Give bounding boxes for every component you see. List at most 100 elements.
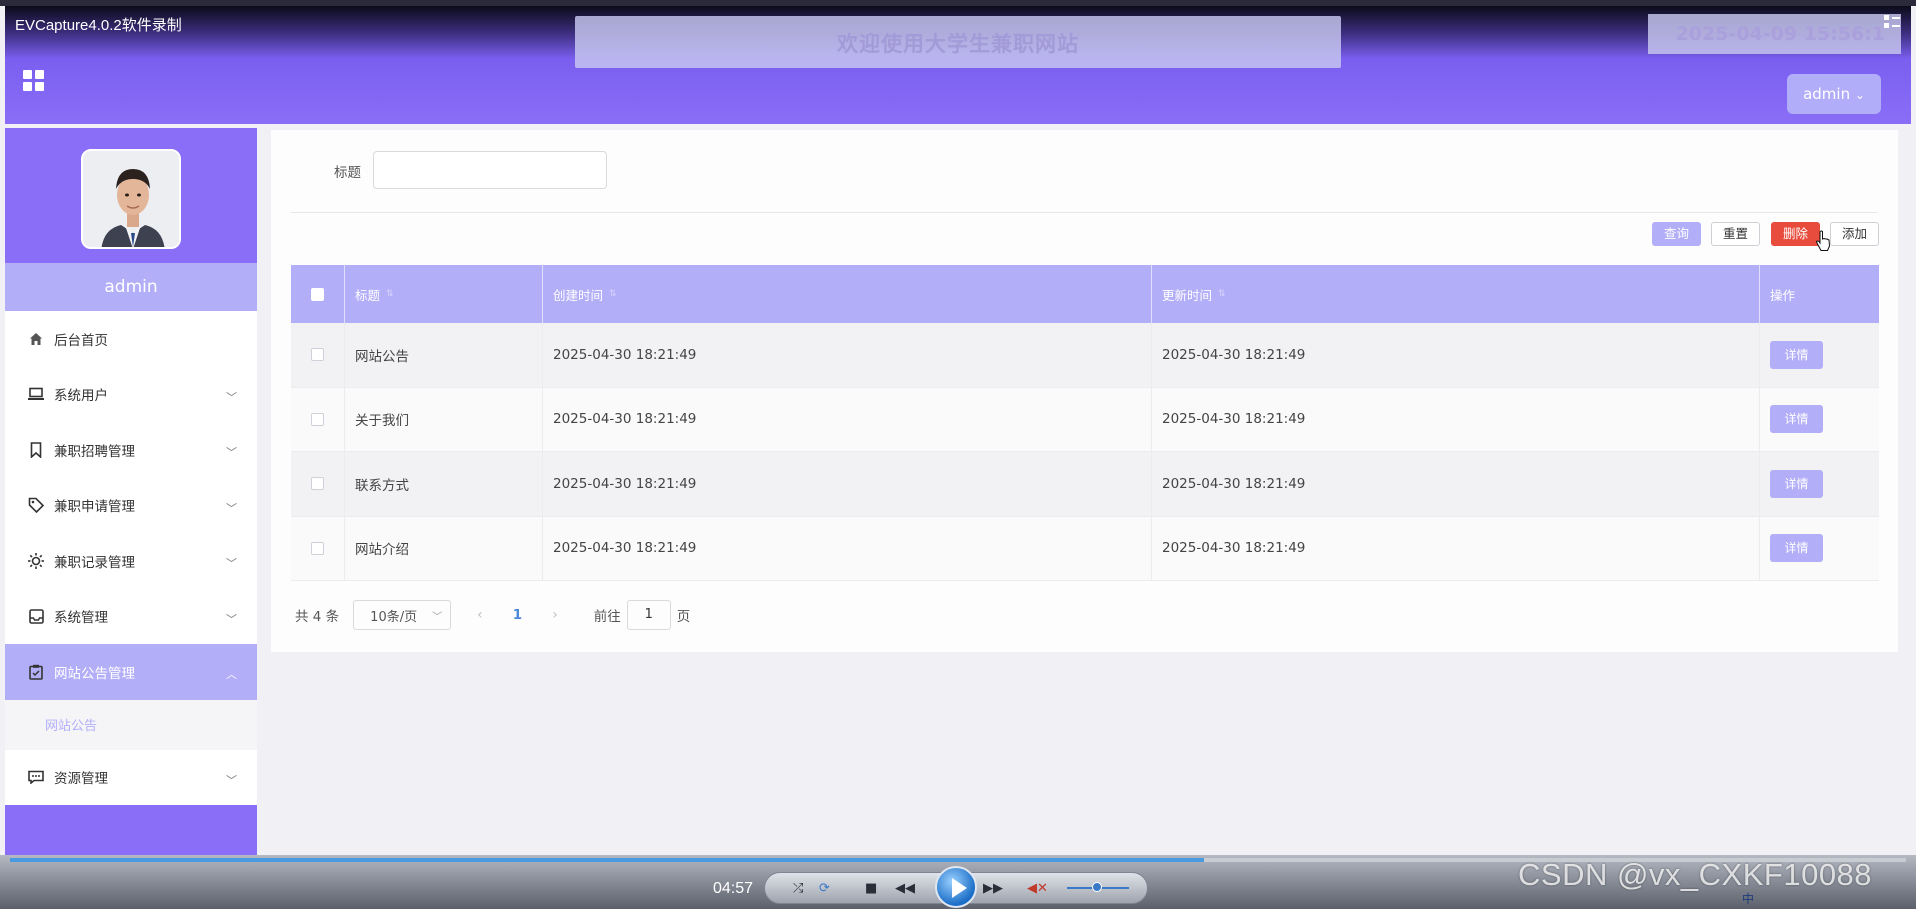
sidebar-item-job-record[interactable]: 兼职记录管理 ﹀ xyxy=(5,533,257,589)
chevron-down-icon: ﹀ xyxy=(226,773,237,787)
seek-progress xyxy=(10,858,1205,862)
sort-icon[interactable]: ⇅ xyxy=(609,289,617,299)
row-checkbox[interactable] xyxy=(311,348,324,362)
content-panel: 标题 查询 重置 删除 添加 标题 ⇅ 创建时间 ⇅ 更新时间 ⇅ 操作 网站公告 2… xyxy=(271,130,1898,652)
chevron-down-icon: ﹀ xyxy=(226,501,237,515)
add-button[interactable]: 添加 xyxy=(1830,222,1879,246)
sidebar-subitem-label: 网站公告 xyxy=(45,719,98,734)
cell-created: 2025-04-30 18:21:49 xyxy=(543,323,1152,387)
row-checkbox[interactable] xyxy=(311,477,324,491)
header-updated: 更新时间 xyxy=(1162,287,1213,303)
avatar xyxy=(81,149,181,249)
prev-page-icon[interactable]: ‹ xyxy=(477,607,483,623)
table-row: 联系方式 2025-04-30 18:21:49 2025-04-30 18:2… xyxy=(291,452,1879,517)
sidebar-item-job-apply[interactable]: 兼职申请管理 ﹀ xyxy=(5,478,257,534)
fast-forward-icon[interactable]: ▶▶ xyxy=(983,881,1003,896)
cell-created: 2025-04-30 18:21:49 xyxy=(543,452,1152,516)
play-button[interactable] xyxy=(935,866,977,908)
sort-icon[interactable]: ⇅ xyxy=(386,289,394,299)
current-page[interactable]: 1 xyxy=(513,607,522,623)
header-select-cell xyxy=(291,265,345,323)
row-select-cell xyxy=(291,323,345,387)
select-all-checkbox[interactable] xyxy=(311,287,324,301)
avatar-area xyxy=(5,128,257,263)
detail-button[interactable]: 详情 xyxy=(1770,405,1823,434)
sidebar-item-notice-manage[interactable]: 网站公告管理 ︿ xyxy=(5,644,257,700)
sidebar-username: admin xyxy=(5,263,257,311)
cell-ops: 详情 xyxy=(1760,388,1879,452)
chevron-up-icon: ︿ xyxy=(226,668,237,681)
sun-icon xyxy=(27,552,45,570)
rewind-icon[interactable]: ◀◀ xyxy=(895,881,915,896)
cell-ops: 详情 xyxy=(1760,517,1879,581)
delete-button[interactable]: 删除 xyxy=(1771,222,1820,246)
sidebar-item-resource-manage[interactable]: 资源管理 ﹀ xyxy=(5,750,257,806)
recorder-label: EVCapture4.0.2软件录制 xyxy=(15,17,182,34)
header-ops-cell: 操作 xyxy=(1760,265,1879,323)
cell-created: 2025-04-30 18:21:49 xyxy=(543,516,1152,580)
clipboard-icon xyxy=(27,663,45,681)
datetime-text: 2025-04-09 15:56:1 xyxy=(1675,23,1885,45)
detail-button[interactable]: 详情 xyxy=(1770,340,1823,369)
chevron-down-icon: ﹀ xyxy=(432,611,443,623)
header-created-cell[interactable]: 创建时间 ⇅ xyxy=(543,265,1152,323)
header-title-cell[interactable]: 标题 ⇅ xyxy=(345,265,543,323)
cell-updated: 2025-04-30 18:21:49 xyxy=(1152,387,1760,451)
app-header: EVCapture4.0.2软件录制 欢迎使用大学生兼职网站 2025-04-0… xyxy=(5,6,1911,124)
admin-button-label: admin xyxy=(1803,85,1851,103)
sidebar: admin 后台首页 系统用户 ﹀ 兼职招聘管理 ﹀ 兼职申请管理 ﹀ 兼职记录… xyxy=(5,128,257,909)
cell-title: 关于我们 xyxy=(345,387,543,451)
title-filter-input[interactable] xyxy=(373,151,607,189)
datetime-banner: 2025-04-09 15:56:1 xyxy=(1648,14,1901,54)
header-created: 创建时间 xyxy=(553,287,604,303)
reset-button[interactable]: 重置 xyxy=(1711,222,1760,246)
sidebar-item-label: 系统管理 xyxy=(54,610,108,627)
chevron-down-icon: ﹀ xyxy=(226,390,237,404)
home-icon xyxy=(27,330,45,348)
page-size-value: 10条/页 xyxy=(370,609,418,625)
hand-cursor-icon xyxy=(1815,230,1831,252)
table-row: 网站介绍 2025-04-30 18:21:49 2025-04-30 18:2… xyxy=(291,516,1879,581)
filter-divider xyxy=(291,212,1878,213)
bookmark-icon xyxy=(27,441,45,459)
detail-button[interactable]: 详情 xyxy=(1770,534,1823,563)
sidebar-item-system-manage[interactable]: 系统管理 ﹀ xyxy=(5,589,257,645)
mute-icon[interactable]: ◀✕ xyxy=(1027,881,1048,896)
repeat-icon[interactable]: ⟳ xyxy=(819,881,830,896)
sidebar-item-job-recruit[interactable]: 兼职招聘管理 ﹀ xyxy=(5,422,257,478)
shuffle-icon[interactable]: ⤮ xyxy=(793,881,803,896)
row-checkbox[interactable] xyxy=(311,412,324,426)
goto-page-input[interactable]: 1 xyxy=(626,600,671,630)
volume-knob[interactable] xyxy=(1092,882,1102,892)
laptop-icon xyxy=(27,385,45,403)
detail-button[interactable]: 详情 xyxy=(1770,469,1823,498)
admin-dropdown-button[interactable]: admin ⌄ xyxy=(1787,74,1881,114)
menu-toggle-icon[interactable] xyxy=(23,70,45,92)
cell-updated: 2025-04-30 18:21:49 xyxy=(1152,452,1760,516)
sidebar-item-dashboard[interactable]: 后台首页 xyxy=(5,311,257,367)
sidebar-subitem-notice[interactable]: 网站公告 xyxy=(5,699,257,750)
cell-ops: 详情 xyxy=(1760,323,1879,387)
table-header: 标题 ⇅ 创建时间 ⇅ 更新时间 ⇅ 操作 xyxy=(291,265,1879,323)
page-size-select[interactable]: 10条/页 ﹀ xyxy=(353,600,452,630)
sort-icon[interactable]: ⇅ xyxy=(1218,289,1226,299)
query-button[interactable]: 查询 xyxy=(1652,222,1701,246)
sidebar-item-label: 兼职申请管理 xyxy=(54,499,135,516)
table-body: 网站公告 2025-04-30 18:21:49 2025-04-30 18:2… xyxy=(291,323,1879,581)
cell-title: 网站公告 xyxy=(345,323,543,387)
header-updated-cell[interactable]: 更新时间 ⇅ xyxy=(1152,265,1760,323)
sidebar-item-label: 资源管理 xyxy=(54,771,108,788)
chevron-down-icon: ﹀ xyxy=(226,612,237,626)
row-checkbox[interactable] xyxy=(311,541,324,555)
stop-icon[interactable]: ■ xyxy=(865,881,877,896)
goto-suffix: 页 xyxy=(676,609,691,625)
goto-prefix: 前往 xyxy=(593,609,621,625)
next-page-icon[interactable]: › xyxy=(552,607,558,623)
sidebar-item-system-users[interactable]: 系统用户 ﹀ xyxy=(5,367,257,423)
title-filter-label: 标题 xyxy=(334,165,361,181)
fullscreen-exit-icon[interactable] xyxy=(1883,13,1901,31)
cell-created: 2025-04-30 18:21:49 xyxy=(543,387,1152,451)
sidebar-item-label: 兼职招聘管理 xyxy=(54,443,135,460)
cell-updated: 2025-04-30 18:21:49 xyxy=(1152,516,1760,580)
table-row: 关于我们 2025-04-30 18:21:49 2025-04-30 18:2… xyxy=(291,387,1879,452)
